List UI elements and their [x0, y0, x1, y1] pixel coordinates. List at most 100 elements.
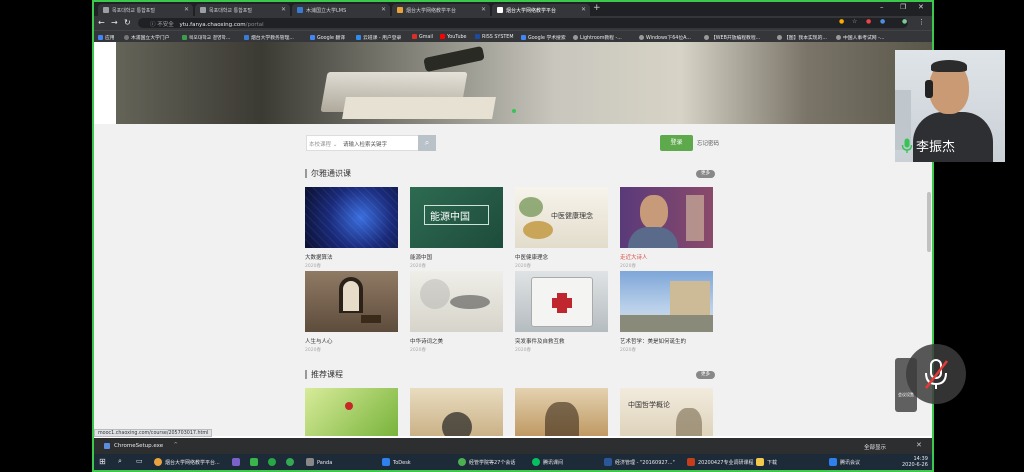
browser-tab-active[interactable]: 烟台大学网络教学平台 ✕: [492, 4, 590, 16]
taskbar-app[interactable]: [232, 458, 243, 466]
search-icon[interactable]: ⌕: [118, 457, 122, 466]
more-button[interactable]: 更多: [696, 371, 715, 379]
download-item[interactable]: ChromeSetup.exe ^: [100, 441, 178, 451]
course-thumbnail[interactable]: [410, 271, 503, 332]
bookmark-item[interactable]: RISS SYSTEM: [475, 34, 513, 40]
course-card[interactable]: 人生与人心 2020春: [305, 271, 398, 353]
course-card[interactable]: 突发事件及自救互救 2020春: [515, 271, 608, 353]
taskbar-app[interactable]: ToDesk: [382, 458, 411, 466]
browser-tab[interactable]: 烟台大学网络教学平台 ✕: [392, 4, 490, 16]
course-title[interactable]: 艺术哲学：美是如何诞生的: [620, 337, 713, 345]
course-thumbnail[interactable]: 中医健康理念: [515, 187, 608, 248]
browser-tab[interactable]: 목포대학교 통합포털 ✕: [195, 4, 290, 16]
task-view-icon[interactable]: ▭: [136, 457, 143, 465]
system-clock[interactable]: 14:39 2020-6-26: [902, 456, 928, 468]
bookmark-item[interactable]: Lightroom教程 -...: [573, 34, 622, 41]
bookmark-item[interactable]: Google 学术搜索: [521, 34, 566, 41]
close-tab-icon[interactable]: ✕: [184, 6, 189, 13]
taskbar-app[interactable]: 经管学院等27个会话: [458, 458, 515, 466]
taskbar-app[interactable]: 腾讯课间: [532, 458, 563, 466]
course-thumbnail[interactable]: [620, 187, 713, 248]
windows-start-icon[interactable]: ⊞: [99, 457, 106, 466]
course-card[interactable]: [305, 388, 398, 436]
search-scope-select[interactable]: 本校课程 ⌄: [309, 140, 337, 148]
minimize-icon[interactable]: –: [880, 3, 884, 11]
menu-icon[interactable]: ⋮: [918, 18, 925, 26]
profile-avatar[interactable]: ●: [902, 18, 907, 25]
course-thumbnail[interactable]: [515, 271, 608, 332]
chevron-up-icon[interactable]: ^: [173, 442, 178, 448]
course-card[interactable]: 中医健康理念 中医健康理念 2020春: [515, 187, 608, 269]
insecure-warning-icon[interactable]: ⓘ 不安全: [150, 22, 174, 28]
course-thumbnail[interactable]: [410, 388, 503, 436]
maximize-icon[interactable]: ❐: [900, 3, 906, 11]
close-tab-icon[interactable]: ✕: [381, 6, 386, 13]
taskbar-app[interactable]: 腾讯会议: [829, 458, 860, 466]
browser-tab[interactable]: 木浦国立大学LMS ✕: [292, 4, 390, 16]
course-title[interactable]: 大数据算法: [305, 253, 398, 261]
search-input[interactable]: 请输入检索关键字: [343, 140, 387, 148]
course-card[interactable]: 中国哲学概论: [620, 388, 713, 436]
close-tab-icon[interactable]: ✕: [581, 6, 586, 13]
course-title[interactable]: 走近大诗人: [620, 253, 713, 261]
back-icon[interactable]: ←: [98, 18, 105, 27]
show-all-downloads-button[interactable]: 全部显示: [864, 443, 886, 451]
extension-icon[interactable]: ●: [880, 18, 885, 25]
taskbar-app[interactable]: 20200427专业调研课程: [687, 458, 753, 466]
taskbar-app[interactable]: [286, 458, 297, 466]
bookmark-item[interactable]: Windows下64位A...: [639, 34, 691, 41]
scrollbar-thumb[interactable]: [927, 192, 931, 252]
course-thumbnail[interactable]: [620, 271, 713, 332]
taskbar-app[interactable]: Panda: [306, 458, 332, 466]
login-button[interactable]: 登录: [660, 135, 693, 151]
course-thumbnail[interactable]: [305, 271, 398, 332]
course-card[interactable]: 中华诗词之美 2020春: [410, 271, 503, 353]
mute-button[interactable]: [906, 344, 966, 404]
course-thumbnail[interactable]: [305, 187, 398, 248]
close-tab-icon[interactable]: ✕: [481, 6, 486, 13]
extension-icon[interactable]: ●: [839, 18, 844, 25]
course-title[interactable]: 中华诗词之美: [410, 337, 503, 345]
bookmark-item[interactable]: 中国人事考试网 -...: [836, 34, 884, 41]
close-window-icon[interactable]: ✕: [918, 3, 924, 11]
course-thumbnail[interactable]: [305, 388, 398, 436]
forgot-password-link[interactable]: 忘记密码: [697, 139, 719, 147]
bookmark-item[interactable]: 【图】我本实现的...: [777, 34, 827, 41]
course-thumbnail[interactable]: [515, 388, 608, 436]
bookmark-item[interactable]: 烟台大学教务管理...: [244, 34, 294, 41]
bookmark-item[interactable]: Gmail: [412, 34, 433, 40]
carousel-indicator[interactable]: [512, 109, 516, 113]
bookmark-item[interactable]: 목포대학교 결영학...: [182, 34, 230, 41]
taskbar-app[interactable]: 经济管理 - "20160927...": [604, 458, 675, 466]
course-card[interactable]: [515, 388, 608, 436]
taskbar-app[interactable]: 下载: [756, 458, 777, 466]
taskbar-app[interactable]: [268, 458, 279, 466]
close-tab-icon[interactable]: ✕: [281, 6, 286, 13]
browser-tab[interactable]: 목포대학교 통합포털 ✕: [98, 4, 193, 16]
taskbar-app[interactable]: [250, 458, 261, 466]
course-thumbnail[interactable]: 能源中国: [410, 187, 503, 248]
forward-icon[interactable]: →: [111, 18, 118, 27]
course-card[interactable]: 大数据算法 2020春: [305, 187, 398, 269]
course-card[interactable]: 能源中国 能源中国 2020春: [410, 187, 503, 269]
bookmark-item[interactable]: 应用: [98, 34, 115, 41]
bookmark-star-icon[interactable]: ☆: [852, 18, 857, 25]
taskbar-app[interactable]: 烟台大学网络教学平台...: [154, 458, 220, 466]
course-card[interactable]: 艺术哲学：美是如何诞生的 2020春: [620, 271, 713, 353]
reload-icon[interactable]: ↻: [124, 18, 131, 27]
bookmark-item[interactable]: 【WEB开放编程教程...: [704, 34, 760, 41]
bookmark-item[interactable]: 木浦国立大学门户: [124, 34, 169, 41]
address-bar[interactable]: ⓘ 不安全 ytu.fanya.chaoxing.com/portal: [138, 18, 908, 28]
more-button[interactable]: 更多: [696, 170, 715, 178]
course-card[interactable]: 走近大诗人 2020春: [620, 187, 713, 269]
close-icon[interactable]: ✕: [916, 441, 922, 449]
new-tab-icon[interactable]: +: [593, 3, 601, 13]
course-card[interactable]: [410, 388, 503, 436]
extension-icon[interactable]: ●: [866, 18, 871, 25]
bookmark-item[interactable]: 云班课 - 用户登录: [356, 34, 401, 41]
course-title[interactable]: 能源中国: [410, 253, 503, 261]
bookmark-item[interactable]: Google 翻译: [310, 34, 345, 41]
course-title[interactable]: 人生与人心: [305, 337, 398, 345]
course-title[interactable]: 中医健康理念: [515, 253, 608, 261]
bookmark-item[interactable]: YouTube: [440, 34, 467, 40]
